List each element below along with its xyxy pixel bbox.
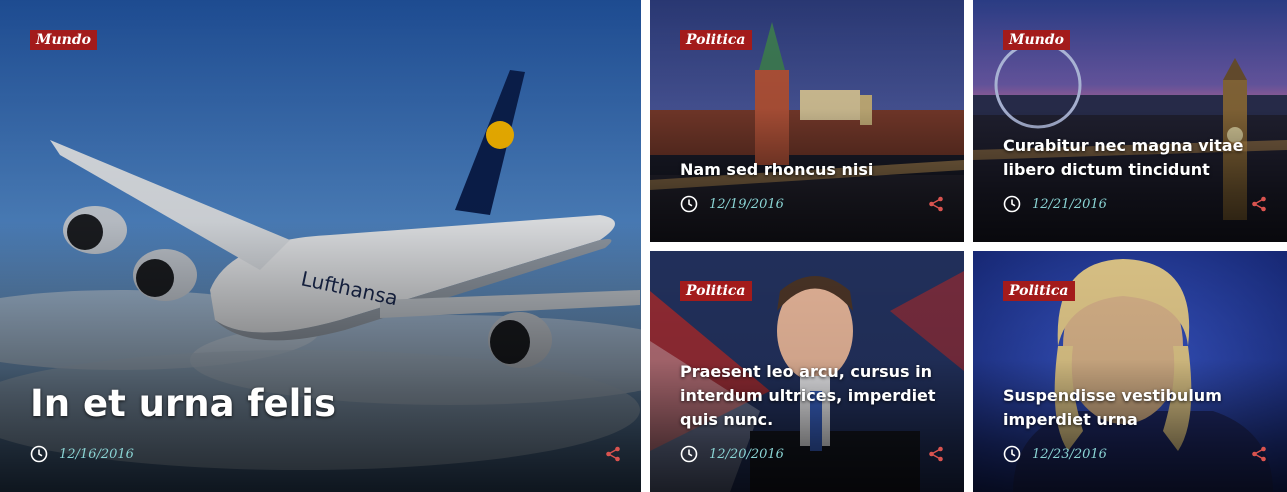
clock-icon bbox=[680, 445, 698, 463]
post-meta: 12/19/2016 bbox=[680, 194, 944, 214]
post-meta: 12/20/2016 bbox=[680, 444, 944, 464]
post-title[interactable]: Curabitur nec magna vitae libero dictum … bbox=[1003, 134, 1259, 182]
post-card[interactable]: Politica Praesent leo arcu, cursus in in… bbox=[650, 251, 964, 492]
category-badge[interactable]: Mundo bbox=[30, 30, 97, 50]
category-badge[interactable]: Politica bbox=[680, 281, 752, 301]
post-date: 12/20/2016 bbox=[709, 446, 784, 462]
clock-icon bbox=[30, 445, 48, 463]
post-card[interactable]: Politica Suspendisse vestibulum imperdie… bbox=[973, 251, 1287, 492]
category-badge[interactable]: Mundo bbox=[1003, 30, 1070, 50]
post-card[interactable]: Mundo Curabitur nec magna vitae libero d… bbox=[973, 0, 1287, 242]
clock-icon bbox=[1003, 195, 1021, 213]
post-meta: 12/16/2016 bbox=[30, 444, 621, 464]
post-card[interactable]: Politica Nam sed rhoncus nisi 12/19/2016 bbox=[650, 0, 964, 242]
post-meta: 12/23/2016 bbox=[1003, 444, 1267, 464]
share-icon[interactable] bbox=[1251, 196, 1267, 212]
share-icon[interactable] bbox=[1251, 446, 1267, 462]
post-date: 12/19/2016 bbox=[709, 196, 784, 212]
post-title[interactable]: Nam sed rhoncus nisi bbox=[680, 158, 936, 182]
share-icon[interactable] bbox=[928, 446, 944, 462]
category-badge[interactable]: Politica bbox=[1003, 281, 1075, 301]
share-icon[interactable] bbox=[605, 446, 621, 462]
post-date: 12/21/2016 bbox=[1032, 196, 1107, 212]
post-date: 12/16/2016 bbox=[59, 446, 134, 462]
clock-icon bbox=[1003, 445, 1021, 463]
post-title[interactable]: In et urna felis bbox=[30, 382, 613, 426]
featured-post-card[interactable]: Lufthansa Mundo In et urna felis 12/16/2… bbox=[0, 0, 641, 492]
category-badge[interactable]: Politica bbox=[680, 30, 752, 50]
post-title[interactable]: Praesent leo arcu, cursus in interdum ul… bbox=[680, 360, 936, 432]
post-meta: 12/21/2016 bbox=[1003, 194, 1267, 214]
clock-icon bbox=[680, 195, 698, 213]
post-title[interactable]: Suspendisse vestibulum imperdiet urna bbox=[1003, 384, 1259, 432]
post-date: 12/23/2016 bbox=[1032, 446, 1107, 462]
share-icon[interactable] bbox=[928, 196, 944, 212]
